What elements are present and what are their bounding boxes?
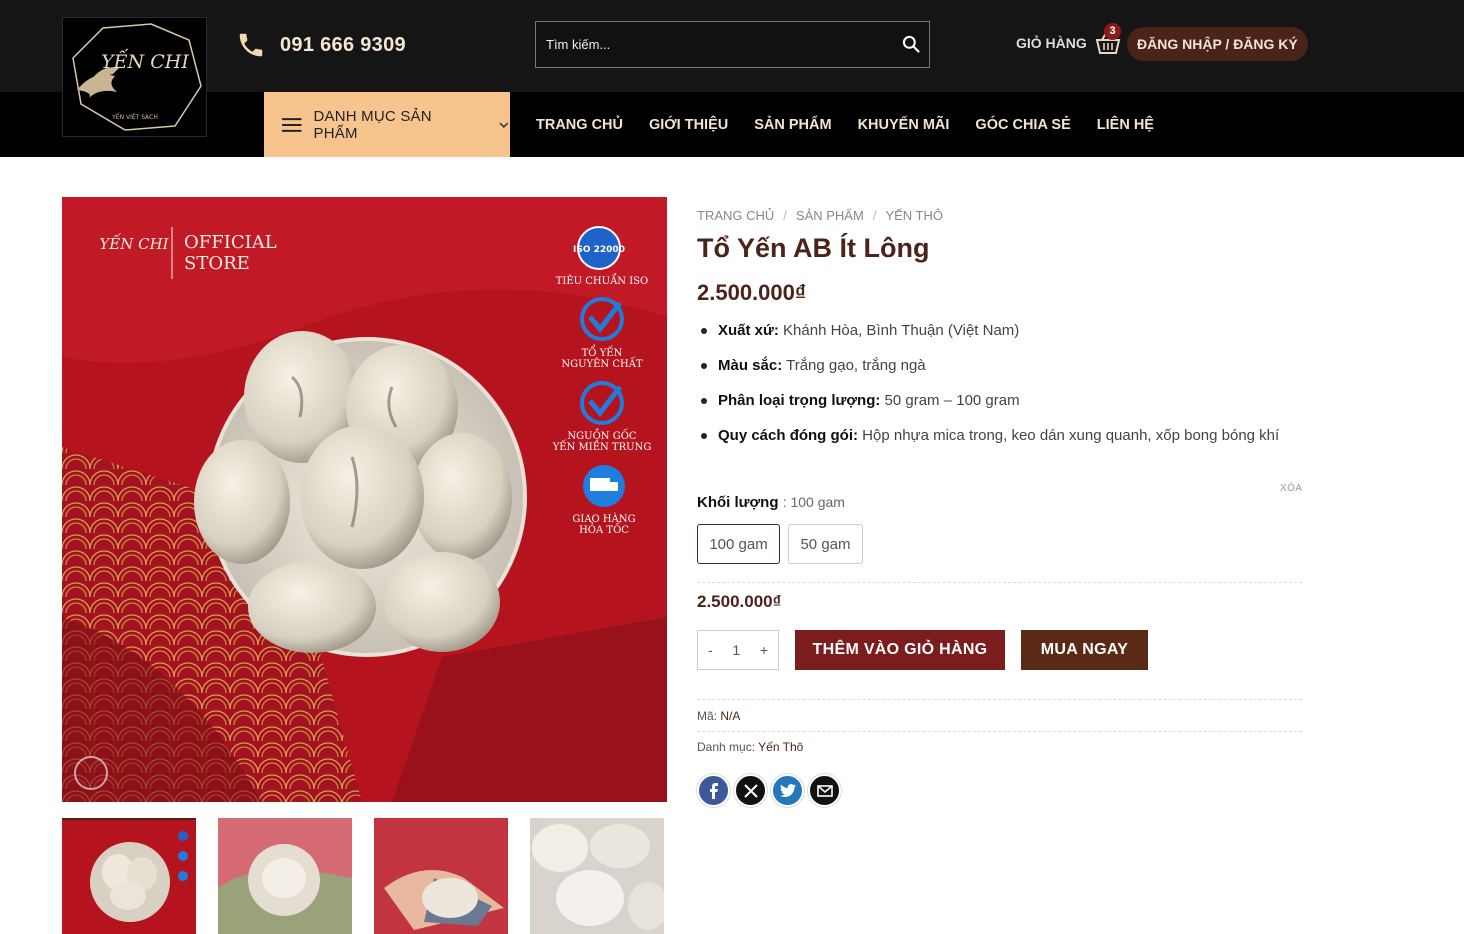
thumbnail-4[interactable]: [530, 818, 664, 934]
phone-icon: [239, 33, 263, 57]
breadcrumb: TRANG CHỦ / SẢN PHẨM / YẾN THÔ: [697, 208, 943, 223]
twitter-icon: [779, 783, 796, 797]
thumbnail-2[interactable]: [218, 818, 352, 934]
nav-products[interactable]: SẢN PHẨM: [754, 117, 831, 133]
badge-pure-text-2: NGUYÊN CHẤT: [561, 357, 643, 370]
badge-origin-text-2: YẾN MIỀN TRUNG: [552, 440, 652, 453]
weight-label: Khối lượng : 100 gam: [697, 494, 845, 511]
spec-weight: Phân loại trọng lượng: 50 gram – 100 gra…: [697, 388, 1302, 413]
category-menu-label: DANH MỤC SẢN PHẨM: [313, 107, 432, 142]
thumbnail-2-image: [218, 818, 352, 934]
cart-count-badge: 3: [1104, 23, 1121, 40]
iso-badge-label: ISO 22000: [573, 245, 625, 255]
buy-now-button[interactable]: MUA NGAY: [1021, 630, 1148, 670]
quantity-stepper: - 1 +: [697, 630, 779, 670]
spec-color: Màu sắc: Trắng gạo, trắng ngà: [697, 353, 1302, 378]
share-buttons: [697, 774, 841, 807]
option-100g[interactable]: 100 gam: [697, 524, 780, 564]
envelope-icon: [816, 784, 833, 797]
thumbnail-strip: [62, 818, 664, 934]
variant-price: 2.500.000₫: [697, 592, 782, 611]
search-input[interactable]: [536, 22, 886, 67]
spec-packaging: Quy cách đóng gói: Hộp nhựa mica trong, …: [697, 423, 1302, 448]
login-register-button[interactable]: ĐĂNG NHẬP / ĐĂNG KÝ: [1127, 27, 1308, 61]
category-meta: Danh mục: Yến Thô: [697, 740, 804, 754]
badge-origin-text-1: NGUỒN GỐC: [567, 429, 636, 442]
email-share-button[interactable]: [808, 774, 841, 807]
breadcrumb-products[interactable]: SẢN PHẨM: [796, 208, 864, 223]
category-menu-button[interactable]: DANH MỤC SẢN PHẨM: [264, 92, 510, 157]
nav-home[interactable]: TRANG CHỦ: [536, 117, 623, 133]
nav-promotions[interactable]: KHUYẾN MÃI: [858, 117, 950, 133]
product-title: Tổ Yến AB Ít Lông: [697, 233, 930, 263]
phone-number[interactable]: 091 666 9309: [280, 34, 406, 57]
badge-delivery-text-2: HỎA TỐC: [579, 523, 629, 536]
thumbnail-1-image: [62, 820, 196, 934]
add-to-cart-button[interactable]: THÊM VÀO GIỎ HÀNG: [795, 630, 1005, 670]
cart-link[interactable]: GIỎ HÀNG 3: [1016, 23, 1121, 55]
site-logo[interactable]: YẾN CHI YẾN VIỆT SẠCH: [62, 17, 207, 137]
overlay-brand: YẾN CHI: [99, 233, 169, 253]
search-box: [535, 21, 930, 68]
breadcrumb-category[interactable]: YẾN THÔ: [885, 208, 943, 223]
chevron-down-icon: [499, 122, 509, 128]
logo-text-yen: YẾN CHI: [101, 48, 189, 73]
logo-graphic: YẾN CHI YẾN VIỆT SẠCH: [72, 23, 202, 131]
hotline[interactable]: 091 666 9309: [236, 30, 406, 60]
badge-iso-text: TIÊU CHUẨN ISO: [556, 274, 648, 287]
qty-minus-button[interactable]: -: [708, 642, 713, 658]
option-50g[interactable]: 50 gam: [788, 524, 863, 564]
sku-meta: Mã: N/A: [697, 709, 741, 723]
breadcrumb-home[interactable]: TRANG CHỦ: [697, 208, 774, 223]
thumbnail-1[interactable]: [62, 818, 196, 934]
badge-delivery-text-1: GIAO HÀNG: [572, 513, 635, 525]
nav-contact[interactable]: LIÊN HỆ: [1097, 117, 1154, 133]
zoom-icon[interactable]: [74, 756, 108, 790]
logo-tagline: YẾN VIỆT SẠCH: [111, 113, 158, 121]
search-icon[interactable]: [901, 34, 921, 54]
bird-nest-photo: YẾN CHI OFFICIAL STORE ISO 22000 TIÊU CH…: [62, 197, 667, 802]
facebook-share-button[interactable]: [697, 774, 730, 807]
category-link[interactable]: Yến Thô: [758, 740, 803, 754]
facebook-icon: [709, 782, 718, 799]
divider: [697, 699, 1302, 700]
divider: [697, 731, 1302, 732]
divider: [697, 582, 1302, 583]
overlay-store-2: STORE: [184, 253, 250, 274]
product-main-image[interactable]: YẾN CHI OFFICIAL STORE ISO 22000 TIÊU CH…: [62, 197, 667, 802]
thumbnail-4-image: [530, 818, 664, 934]
thumbnail-3-image: [374, 818, 508, 934]
thumbnail-3[interactable]: [374, 818, 508, 934]
product-specs: Xuất xứ: Khánh Hòa, Bình Thuận (Việt Nam…: [697, 318, 1302, 458]
main-menu: TRANG CHỦ GIỚI THIỆU SẢN PHẨM KHUYẾN MÃI…: [536, 92, 1154, 157]
product-price: 2.500.000₫: [697, 280, 807, 305]
cart-label: GIỎ HÀNG: [1016, 35, 1087, 51]
qty-input[interactable]: 1: [732, 642, 740, 658]
qty-plus-button[interactable]: +: [760, 642, 768, 658]
clear-selection-link[interactable]: XÓA: [1280, 483, 1302, 494]
twitter-share-button[interactable]: [771, 774, 804, 807]
spec-origin: Xuất xứ: Khánh Hòa, Bình Thuận (Việt Nam…: [697, 318, 1302, 343]
badge-pure-text-1: TỔ YẾN: [582, 345, 623, 359]
x-icon: [743, 783, 758, 798]
nav-about[interactable]: GIỚI THIỆU: [649, 117, 728, 133]
nav-blog[interactable]: GÓC CHIA SẺ: [975, 117, 1070, 133]
hamburger-icon: [282, 117, 302, 132]
x-share-button[interactable]: [734, 774, 767, 807]
overlay-store-1: OFFICIAL: [184, 232, 277, 253]
